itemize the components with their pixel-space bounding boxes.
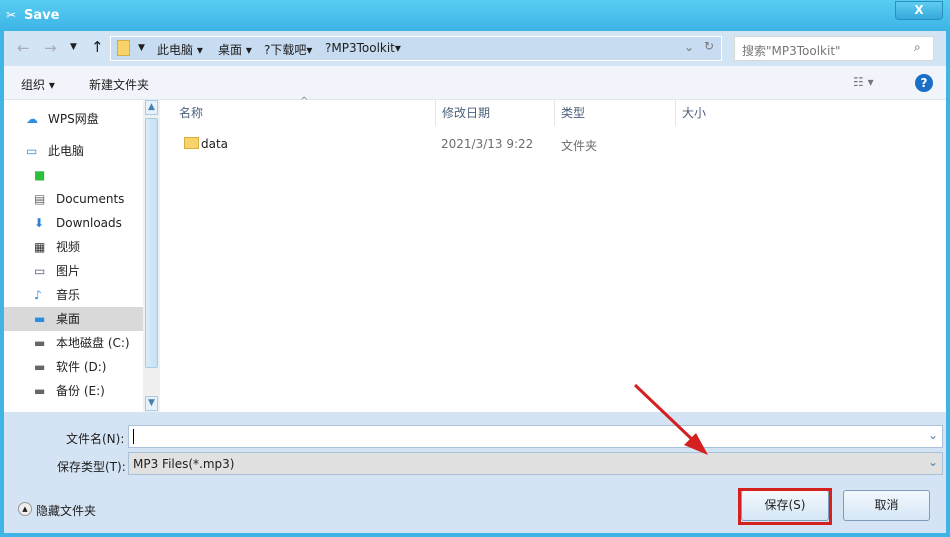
window-title: Save	[24, 8, 60, 23]
organize-button[interactable]: 组织 ▾	[21, 76, 55, 93]
sidebar-item-label: 桌面	[56, 312, 81, 326]
computer-icon: ▭	[26, 144, 38, 158]
chevron-down-icon[interactable]: ▼	[138, 43, 145, 53]
folder-icon	[117, 40, 130, 56]
picture-icon: ▭	[34, 264, 46, 278]
app-icon: ✂	[6, 8, 17, 22]
close-button[interactable]: X	[895, 1, 943, 20]
breadcrumb-item[interactable]: ?MP3Toolkit▾	[325, 41, 401, 55]
sidebar-item-label: 本地磁盘 (C:)	[56, 336, 130, 350]
sidebar-item-label: 视频	[56, 240, 81, 254]
forward-button[interactable]: →	[44, 39, 57, 57]
breadcrumb-item[interactable]: 此电脑 ▾	[157, 41, 203, 58]
scroll-down-button[interactable]: ▼	[145, 396, 158, 411]
sidebar-item-label: WPS网盘	[48, 112, 99, 126]
file-row[interactable]: data 2021/3/13 9:22 文件夹	[172, 133, 772, 155]
cloud-icon: ☁	[26, 112, 38, 126]
help-icon[interactable]: ?	[915, 74, 933, 92]
filename-label: 文件名(N):	[66, 432, 125, 446]
drive-icon: ▬	[34, 360, 46, 374]
sidebar-item[interactable]: ▤ Documents	[4, 187, 143, 211]
column-size[interactable]: 大小	[676, 100, 776, 126]
document-icon: ▤	[34, 192, 46, 206]
sidebar-item[interactable]: ♪ 音乐	[4, 283, 143, 307]
file-type: 文件夹	[561, 139, 598, 153]
drive-icon: ▬	[34, 336, 46, 350]
sidebar-item[interactable]: ▬ 软件 (D:)	[4, 355, 143, 379]
folder-icon	[184, 137, 199, 149]
breadcrumb-item[interactable]: ?下载吧▾	[264, 41, 312, 58]
column-name[interactable]: 名称	[173, 100, 436, 126]
title-bar	[0, 0, 950, 31]
scroll-thumb[interactable]	[145, 118, 158, 368]
hide-folders-toggle[interactable]: 隐藏文件夹	[36, 502, 96, 519]
sidebar-item[interactable]: ▭ 此电脑	[4, 139, 143, 163]
filetype-select[interactable]: MP3 Files(*.mp3) ⌄	[128, 452, 943, 475]
column-date[interactable]: 修改日期	[436, 100, 555, 126]
desktop-icon: ▬	[34, 312, 46, 326]
sidebar-item-label: Documents	[56, 192, 125, 206]
file-date: 2021/3/13 9:22	[441, 137, 534, 151]
filetype-label: 保存类型(T):	[57, 460, 126, 474]
scroll-up-button[interactable]: ▲	[145, 100, 158, 115]
video-icon: ▦	[34, 240, 46, 254]
sidebar-item-label: 此电脑	[48, 144, 85, 158]
sidebar-item[interactable]: ■	[4, 163, 143, 187]
app-icon: ■	[34, 168, 46, 182]
column-type[interactable]: 类型	[555, 100, 676, 126]
breadcrumb-item[interactable]: 桌面 ▾	[218, 41, 252, 58]
sidebar-item[interactable]: ☁ WPS网盘	[4, 107, 143, 131]
address-dropdown-icon[interactable]: ⌄	[684, 40, 694, 54]
music-icon: ♪	[34, 288, 42, 302]
sidebar-item-label: 音乐	[56, 288, 81, 302]
collapse-icon[interactable]: ▲	[18, 502, 32, 516]
recent-dropdown[interactable]: ▼	[70, 42, 77, 52]
filename-input[interactable]: ⌄	[128, 425, 943, 448]
sidebar-item[interactable]: ⬇ Downloads	[4, 211, 143, 235]
view-options-icon[interactable]: ☷ ▾	[853, 75, 874, 89]
cancel-button[interactable]: 取消	[843, 490, 930, 521]
highlight-box	[738, 488, 832, 525]
up-button[interactable]: ↑	[91, 38, 104, 56]
sidebar-item[interactable]: ▭ 图片	[4, 259, 143, 283]
sidebar-item[interactable]: ▬ 本地磁盘 (C:)	[4, 331, 143, 355]
sidebar-item[interactable]: ▬ 备份 (E:)	[4, 379, 143, 403]
drive-icon: ▬	[34, 384, 46, 398]
search-icon: ⌕	[914, 40, 921, 54]
sidebar-item-label: 备份 (E:)	[56, 384, 105, 398]
refresh-icon[interactable]: ↻	[704, 39, 714, 53]
new-folder-button[interactable]: 新建文件夹	[89, 76, 149, 93]
search-input[interactable]: 搜索"MP3Toolkit"	[734, 36, 934, 61]
sidebar-item-label: 图片	[56, 264, 81, 278]
red-arrow-annotation	[633, 383, 708, 455]
back-button[interactable]: ←	[17, 39, 30, 57]
sidebar-item[interactable]: ▦ 视频	[4, 235, 143, 259]
sidebar-item[interactable]: ▬ 桌面	[4, 307, 143, 331]
sidebar-item-label: 软件 (D:)	[56, 360, 107, 374]
download-icon: ⬇	[34, 216, 45, 230]
sidebar-item-label: Downloads	[56, 216, 122, 230]
file-name: data	[201, 137, 229, 151]
